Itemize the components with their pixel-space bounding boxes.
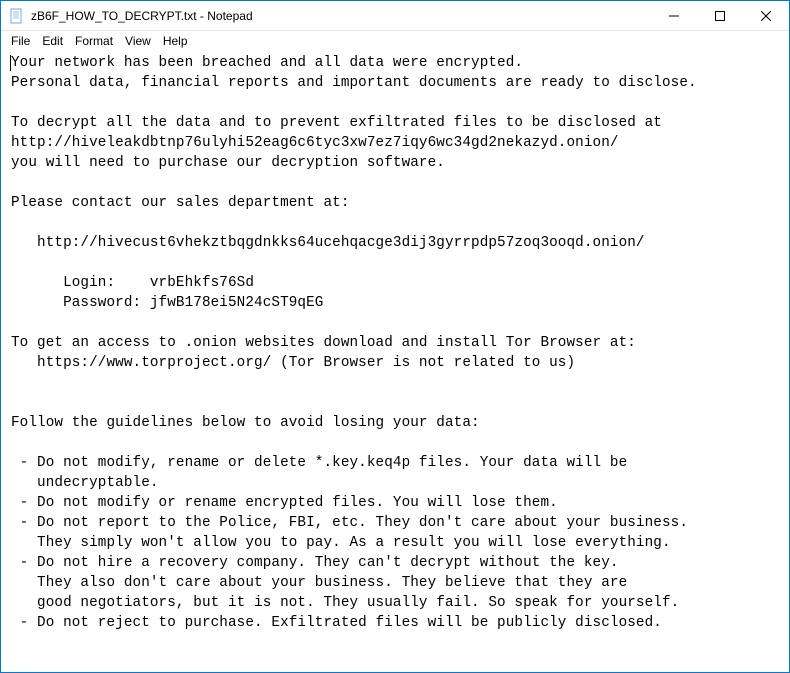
text-line: undecryptable. — [11, 475, 159, 491]
text-line: - Do not hire a recovery company. They c… — [11, 555, 619, 571]
text-line: - Do not report to the Police, FBI, etc.… — [11, 515, 688, 531]
text-line: Password: jfwB178ei5N24cST9qEG — [11, 295, 323, 311]
text-line: They simply won't allow you to pay. As a… — [11, 535, 671, 551]
minimize-button[interactable] — [651, 1, 697, 30]
text-line: http://hiveleakdbtnp76ulyhi52eag6c6tyc3x… — [11, 135, 619, 151]
text-line: https://www.torproject.org/ (Tor Browser… — [11, 355, 575, 371]
menu-edit[interactable]: Edit — [36, 33, 69, 49]
text-line: - Do not reject to purchase. Exfiltrated… — [11, 615, 662, 631]
maximize-button[interactable] — [697, 1, 743, 30]
text-line: Your network has been breached and all d… — [11, 55, 523, 71]
menu-view[interactable]: View — [119, 33, 157, 49]
window-controls — [651, 1, 789, 30]
text-line: To get an access to .onion websites down… — [11, 335, 636, 351]
notepad-icon — [9, 8, 25, 24]
text-line: good negotiators, but it is not. They us… — [11, 595, 679, 611]
window-title: zB6F_HOW_TO_DECRYPT.txt - Notepad — [31, 9, 651, 23]
menu-format[interactable]: Format — [69, 33, 119, 49]
text-line: They also don't care about your business… — [11, 575, 627, 591]
menu-file[interactable]: File — [5, 33, 36, 49]
text-line: you will need to purchase our decryption… — [11, 155, 445, 171]
text-line: - Do not modify or rename encrypted file… — [11, 495, 558, 511]
text-line: Login: vrbEhkfs76Sd — [11, 275, 254, 291]
text-line: Personal data, financial reports and imp… — [11, 75, 697, 91]
close-button[interactable] — [743, 1, 789, 30]
text-line: - Do not modify, rename or delete *.key.… — [11, 455, 627, 471]
text-line: Follow the guidelines below to avoid los… — [11, 415, 480, 431]
text-area[interactable]: Your network has been breached and all d… — [1, 51, 789, 643]
menu-help[interactable]: Help — [157, 33, 194, 49]
menubar: File Edit Format View Help — [1, 31, 789, 51]
titlebar: zB6F_HOW_TO_DECRYPT.txt - Notepad — [1, 1, 789, 31]
text-line: http://hivecust6vhekztbqgdnkks64ucehqacg… — [11, 235, 645, 251]
text-line: To decrypt all the data and to prevent e… — [11, 115, 662, 131]
text-line: Please contact our sales department at: — [11, 195, 350, 211]
